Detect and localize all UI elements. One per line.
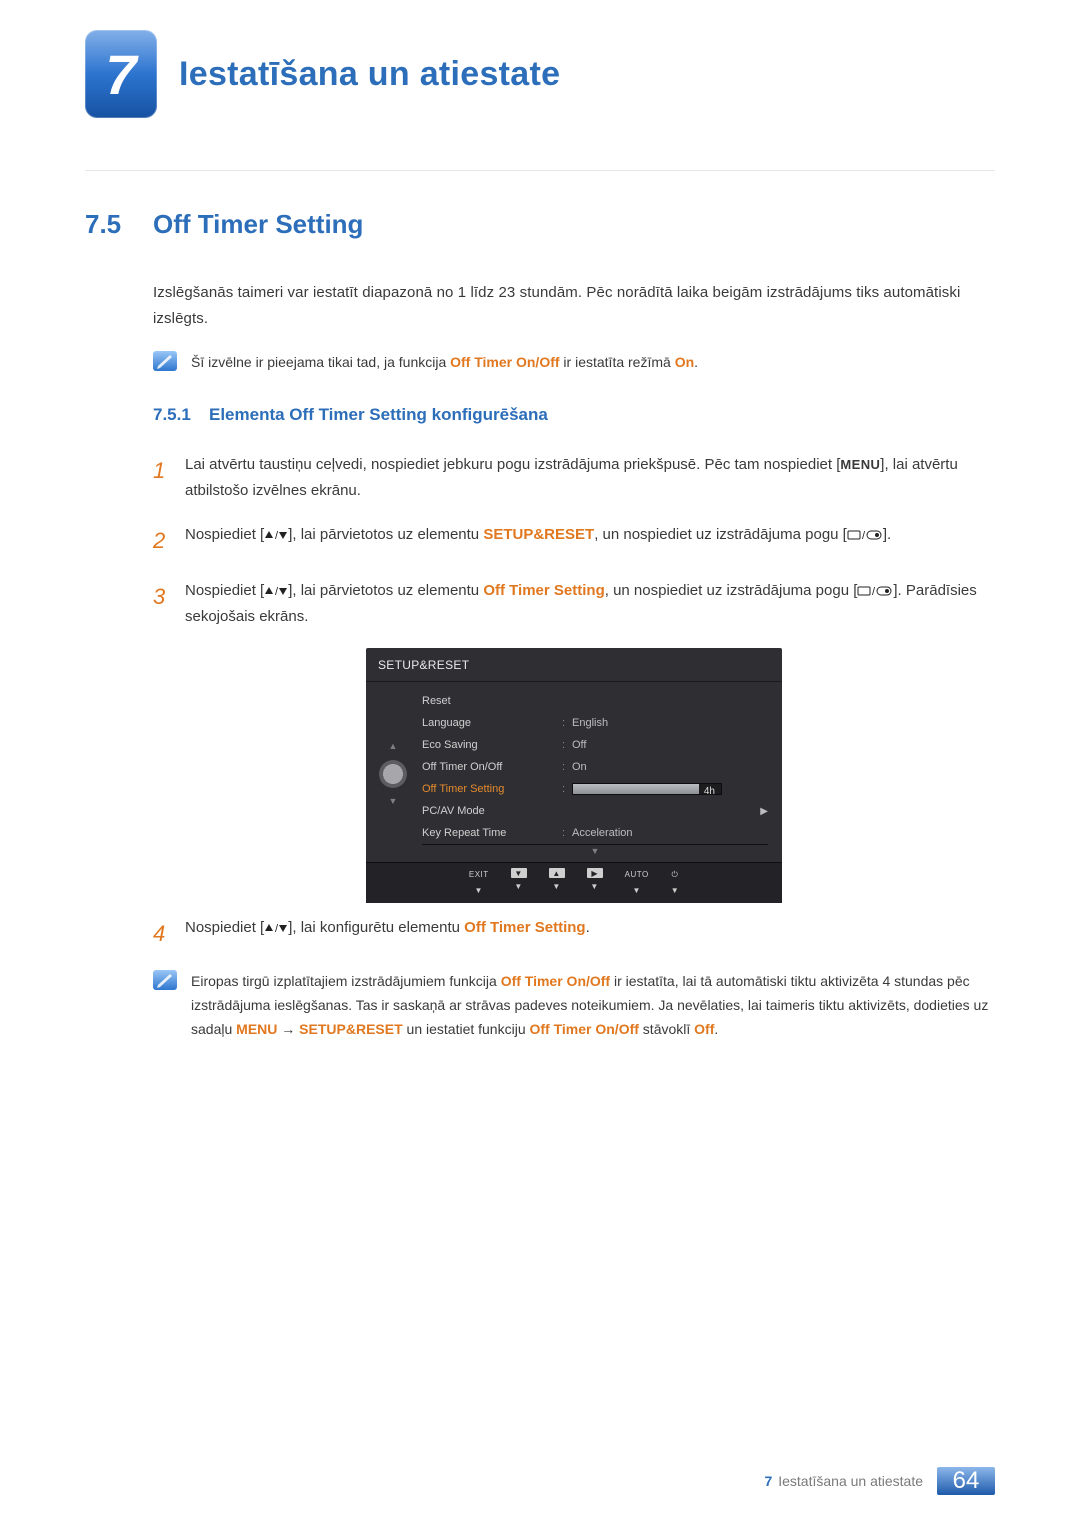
osd-row-off-timer-setting: Off Timer Setting: 4h xyxy=(422,778,768,800)
up-down-icon: / xyxy=(264,585,288,597)
note-eu-regulation: Eiropas tirgū izplatītajiem izstrādājumi… xyxy=(153,970,995,1041)
step-number: 3 xyxy=(153,578,185,631)
osd-slider: 4h xyxy=(572,783,722,795)
step-2: 2 Nospiediet [/], lai pārvietotos uz ele… xyxy=(153,522,995,559)
enter-source-icon: / xyxy=(847,529,883,541)
step-number: 4 xyxy=(153,915,185,952)
page-number: 64 xyxy=(937,1467,995,1495)
note-icon xyxy=(153,351,177,371)
up-down-icon: / xyxy=(264,529,288,541)
note-text: Šī izvēlne ir pieejama tikai tad, ja fun… xyxy=(191,351,698,375)
step-3: 3 Nospiediet [/], lai pārvietotos uz ele… xyxy=(153,578,995,631)
chapter-header: 7 Iestatīšana un atiestate xyxy=(85,30,995,118)
svg-text:/: / xyxy=(862,530,866,541)
intro-paragraph: Izslēgšanās taimeri var iestatīt diapazo… xyxy=(153,280,995,331)
osd-row-key-repeat: Key Repeat Time:Acceleration xyxy=(422,822,768,844)
header-rule xyxy=(85,170,995,171)
osd-row-off-timer-onoff: Off Timer On/Off:On xyxy=(422,756,768,778)
osd-row-eco: Eco Saving:Off xyxy=(422,734,768,756)
step-1: 1 Lai atvērtu taustiņu ceļvedi, nospiedi… xyxy=(153,452,995,505)
osd-btn-up: ▲▼ xyxy=(549,868,565,897)
osd-down-caret: ▼ xyxy=(389,794,398,809)
osd-up-caret: ▲ xyxy=(389,739,398,754)
osd-row-reset: Reset xyxy=(422,690,768,712)
note-text: Eiropas tirgū izplatītajiem izstrādājumi… xyxy=(191,970,995,1041)
footer-chapter-label: 7 Iestatīšana un atiestate xyxy=(764,1467,937,1495)
enter-source-icon: / xyxy=(857,585,893,597)
subsection-title: Elementa Off Timer Setting konfigurēšana xyxy=(209,401,548,430)
subsection-number: 7.5.1 xyxy=(153,401,209,430)
chapter-number-box: 7 xyxy=(85,30,157,118)
note-availability: Šī izvēlne ir pieejama tikai tad, ja fun… xyxy=(153,351,995,375)
note-icon xyxy=(153,970,177,990)
chevron-right-icon: ▶ xyxy=(760,803,768,820)
svg-text:/: / xyxy=(275,530,279,541)
svg-text:/: / xyxy=(275,586,279,597)
osd-row-language: Language:English xyxy=(422,712,768,734)
svg-text:/: / xyxy=(872,586,876,597)
osd-btn-power: ⏻▼ xyxy=(671,868,679,897)
osd-footer: EXIT▼ ▼▼ ▲▼ ▶▼ AUTO▼ ⏻▼ xyxy=(366,862,782,902)
osd-scroll-caret: ▼ xyxy=(422,844,768,858)
up-down-icon: / xyxy=(264,922,288,934)
chapter-number: 7 xyxy=(105,42,136,107)
osd-menu-list: Reset Language:English Eco Saving:Off Of… xyxy=(412,690,772,858)
section-heading: 7.5 Off Timer Setting xyxy=(85,209,995,240)
steps-list: 1 Lai atvērtu taustiņu ceļvedi, nospiedi… xyxy=(153,452,995,952)
step-number: 2 xyxy=(153,522,185,559)
osd-btn-auto: AUTO▼ xyxy=(625,868,649,897)
gear-icon xyxy=(379,760,407,788)
osd-btn-down: ▼▼ xyxy=(511,868,527,897)
osd-screenshot: SETUP&RESET ▲ ▼ Reset Language:English E… xyxy=(153,648,995,903)
step-number: 1 xyxy=(153,452,185,505)
section-number: 7.5 xyxy=(85,209,153,240)
step-4: 4 Nospiediet [/], lai konfigurētu elemen… xyxy=(153,915,995,952)
osd-btn-exit: EXIT▼ xyxy=(469,868,489,897)
osd-row-pcav: PC/AV Mode▶ xyxy=(422,800,768,822)
section-title: Off Timer Setting xyxy=(153,209,363,240)
subsection-heading: 7.5.1 Elementa Off Timer Setting konfigu… xyxy=(153,401,995,430)
svg-text:/: / xyxy=(275,923,279,934)
osd-btn-right: ▶▼ xyxy=(587,868,603,897)
page-footer: 7 Iestatīšana un atiestate 64 xyxy=(0,1467,1080,1495)
osd-title: SETUP&RESET xyxy=(366,648,782,682)
menu-label: MENU xyxy=(840,457,880,472)
chapter-title: Iestatīšana un atiestate xyxy=(179,55,560,94)
